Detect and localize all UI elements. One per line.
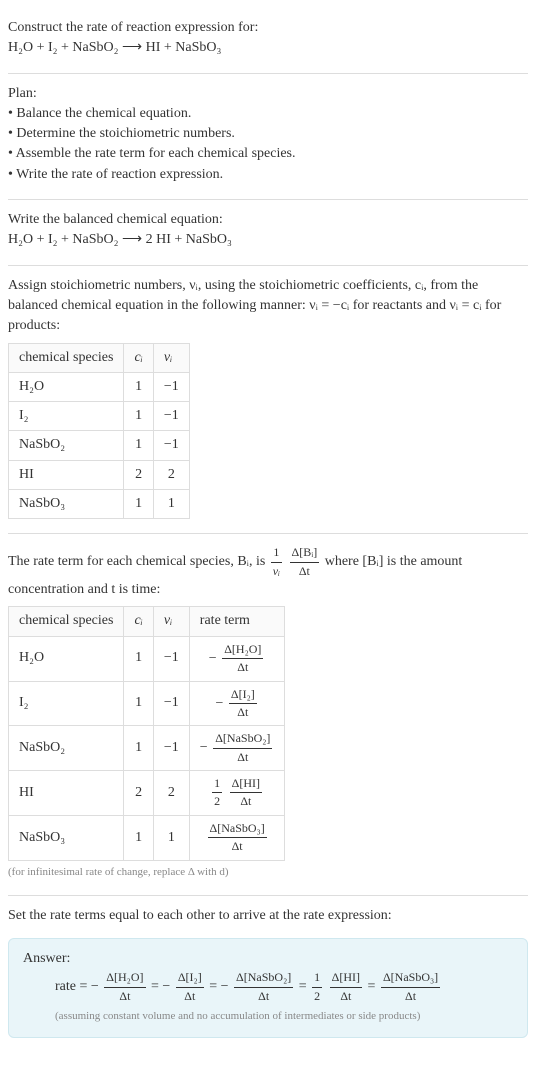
cell-species: HI: [9, 771, 124, 816]
rateterm-section: The rate term for each chemical species,…: [8, 534, 528, 895]
cell-v: −1: [153, 402, 189, 431]
col-c: cᵢ: [124, 343, 153, 372]
col-species: chemical species: [9, 343, 124, 372]
cell-v: −1: [153, 726, 189, 771]
table-row: NaSbO₂ 1 −1 − Δ[NaSbO₂]Δt: [9, 726, 285, 771]
table-row: I₂ 1 −1: [9, 402, 190, 431]
cell-c: 1: [124, 726, 153, 771]
answer-label: Answer:: [23, 949, 513, 969]
table-row: I₂ 1 −1 − Δ[I₂]Δt: [9, 681, 285, 726]
cell-c: 1: [124, 431, 153, 460]
plan-item: • Balance the chemical equation.: [8, 104, 528, 124]
cell-species: NaSbO₃: [9, 815, 124, 860]
cell-species: NaSbO₂: [9, 726, 124, 771]
balanced-heading: Write the balanced chemical equation:: [8, 210, 528, 230]
col-c: cᵢ: [124, 607, 153, 636]
cell-rate: − Δ[I₂]Δt: [189, 681, 285, 726]
rateterm-note: (for infinitesimal rate of change, repla…: [8, 865, 528, 881]
plan-item: • Determine the stoichiometric numbers.: [8, 124, 528, 144]
frac-1-over-nu: 1 νᵢ: [271, 544, 282, 580]
table-header-row: chemical species cᵢ νᵢ: [9, 343, 190, 372]
col-species: chemical species: [9, 607, 124, 636]
table-header-row: chemical species cᵢ νᵢ rate term: [9, 607, 285, 636]
table-row: HI 2 2 12 Δ[HI]Δt: [9, 771, 285, 816]
table-row: NaSbO₃ 1 1: [9, 490, 190, 519]
plan-section: Plan: • Balance the chemical equation. •…: [8, 74, 528, 200]
cell-rate: − Δ[NaSbO₂]Δt: [189, 726, 285, 771]
table-row: HI 2 2: [9, 460, 190, 489]
cell-species: NaSbO₂: [9, 431, 124, 460]
intro-equation: H₂O + I₂ + NaSbO₂ ⟶ HI + NaSbO₃: [8, 38, 528, 58]
rateterm-heading: The rate term for each chemical species,…: [8, 544, 528, 600]
final-section: Set the rate terms equal to each other t…: [8, 896, 528, 930]
cell-c: 1: [124, 372, 153, 401]
stoich-section: Assign stoichiometric numbers, νᵢ, using…: [8, 266, 528, 535]
stoich-table: chemical species cᵢ νᵢ H₂O 1 −1 I₂ 1 −1 …: [8, 343, 190, 520]
intro-heading: Construct the rate of reaction expressio…: [8, 18, 528, 38]
rateterm-table: chemical species cᵢ νᵢ rate term H₂O 1 −…: [8, 606, 285, 860]
final-heading: Set the rate terms equal to each other t…: [8, 906, 528, 926]
cell-v: 2: [153, 460, 189, 489]
balanced-section: Write the balanced chemical equation: H₂…: [8, 200, 528, 266]
cell-species: H₂O: [9, 636, 124, 681]
col-v: νᵢ: [153, 343, 189, 372]
answer-box: Answer: rate = − Δ[H₂O]Δt = − Δ[I₂]Δt = …: [8, 938, 528, 1038]
cell-v: −1: [153, 681, 189, 726]
cell-v: −1: [153, 372, 189, 401]
cell-species: I₂: [9, 402, 124, 431]
stoich-heading: Assign stoichiometric numbers, νᵢ, using…: [8, 276, 528, 337]
cell-c: 1: [124, 490, 153, 519]
cell-species: I₂: [9, 681, 124, 726]
answer-note: (assuming constant volume and no accumul…: [23, 1009, 513, 1025]
cell-species: H₂O: [9, 372, 124, 401]
cell-c: 2: [124, 460, 153, 489]
cell-c: 1: [124, 815, 153, 860]
cell-species: HI: [9, 460, 124, 489]
cell-species: NaSbO₃: [9, 490, 124, 519]
cell-c: 1: [124, 636, 153, 681]
cell-rate: Δ[NaSbO₃]Δt: [189, 815, 285, 860]
cell-c: 1: [124, 402, 153, 431]
cell-rate: − Δ[H₂O]Δt: [189, 636, 285, 681]
cell-v: 1: [153, 815, 189, 860]
table-row: H₂O 1 −1 − Δ[H₂O]Δt: [9, 636, 285, 681]
cell-v: 2: [153, 771, 189, 816]
cell-v: 1: [153, 490, 189, 519]
plan-heading: Plan:: [8, 84, 528, 104]
cell-v: −1: [153, 636, 189, 681]
frac-dB-dt: Δ[Bᵢ] Δt: [290, 544, 320, 580]
plan-item: • Assemble the rate term for each chemic…: [8, 144, 528, 164]
cell-c: 2: [124, 771, 153, 816]
table-row: NaSbO₃ 1 1 Δ[NaSbO₃]Δt: [9, 815, 285, 860]
cell-rate: 12 Δ[HI]Δt: [189, 771, 285, 816]
table-row: H₂O 1 −1: [9, 372, 190, 401]
balanced-equation: H₂O + I₂ + NaSbO₂ ⟶ 2 HI + NaSbO₃: [8, 230, 528, 250]
col-rate: rate term: [189, 607, 285, 636]
answer-expression: rate = − Δ[H₂O]Δt = − Δ[I₂]Δt = − Δ[NaSb…: [23, 969, 513, 1005]
intro-section: Construct the rate of reaction expressio…: [8, 8, 528, 74]
cell-v: −1: [153, 431, 189, 460]
plan-item: • Write the rate of reaction expression.: [8, 165, 528, 185]
col-v: νᵢ: [153, 607, 189, 636]
table-row: NaSbO₂ 1 −1: [9, 431, 190, 460]
cell-c: 1: [124, 681, 153, 726]
